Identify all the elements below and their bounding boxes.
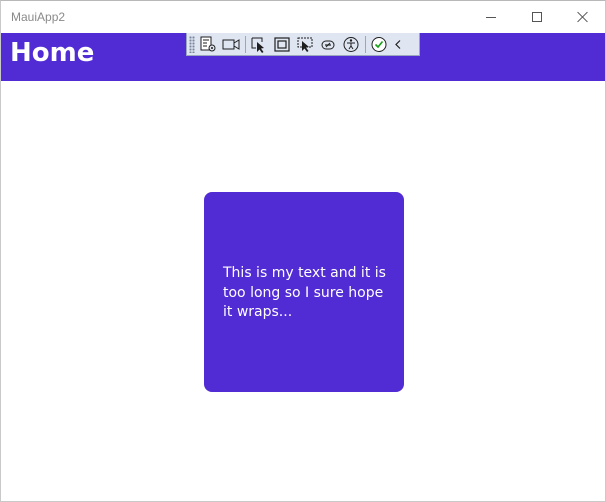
maximize-button[interactable]: [514, 1, 560, 33]
live-visual-tree-icon[interactable]: [198, 35, 218, 54]
close-icon: [577, 11, 589, 23]
checkmark-icon[interactable]: [369, 35, 389, 54]
page-title: Home: [10, 38, 95, 68]
binding-failures-icon[interactable]: [318, 35, 338, 54]
page-content: This is my text and it is too long so I …: [1, 81, 605, 501]
app-window: MauiApp2 Home This is my text and it is …: [0, 0, 606, 502]
video-camera-icon[interactable]: [221, 35, 241, 54]
collapse-chevron-icon[interactable]: [392, 35, 404, 54]
display-layout-adorners-icon[interactable]: [272, 35, 292, 54]
track-focused-element-icon[interactable]: [295, 35, 315, 54]
minimize-button[interactable]: [468, 1, 514, 33]
card-text: This is my text and it is too long so I …: [223, 265, 386, 320]
grip-handle[interactable]: [189, 35, 195, 53]
window-title: MauiApp2: [11, 10, 66, 24]
title-bar[interactable]: MauiApp2: [1, 1, 605, 33]
accessibility-checker-icon[interactable]: [341, 35, 361, 54]
toolbar-separator: [365, 35, 366, 53]
text-card: This is my text and it is too long so I …: [204, 192, 404, 392]
xaml-debug-toolbar: [186, 33, 420, 56]
maximize-icon: [532, 12, 542, 22]
select-element-icon[interactable]: [249, 35, 269, 54]
minimize-icon: [486, 16, 496, 18]
toolbar-separator: [245, 35, 246, 53]
close-button[interactable]: [560, 1, 606, 33]
